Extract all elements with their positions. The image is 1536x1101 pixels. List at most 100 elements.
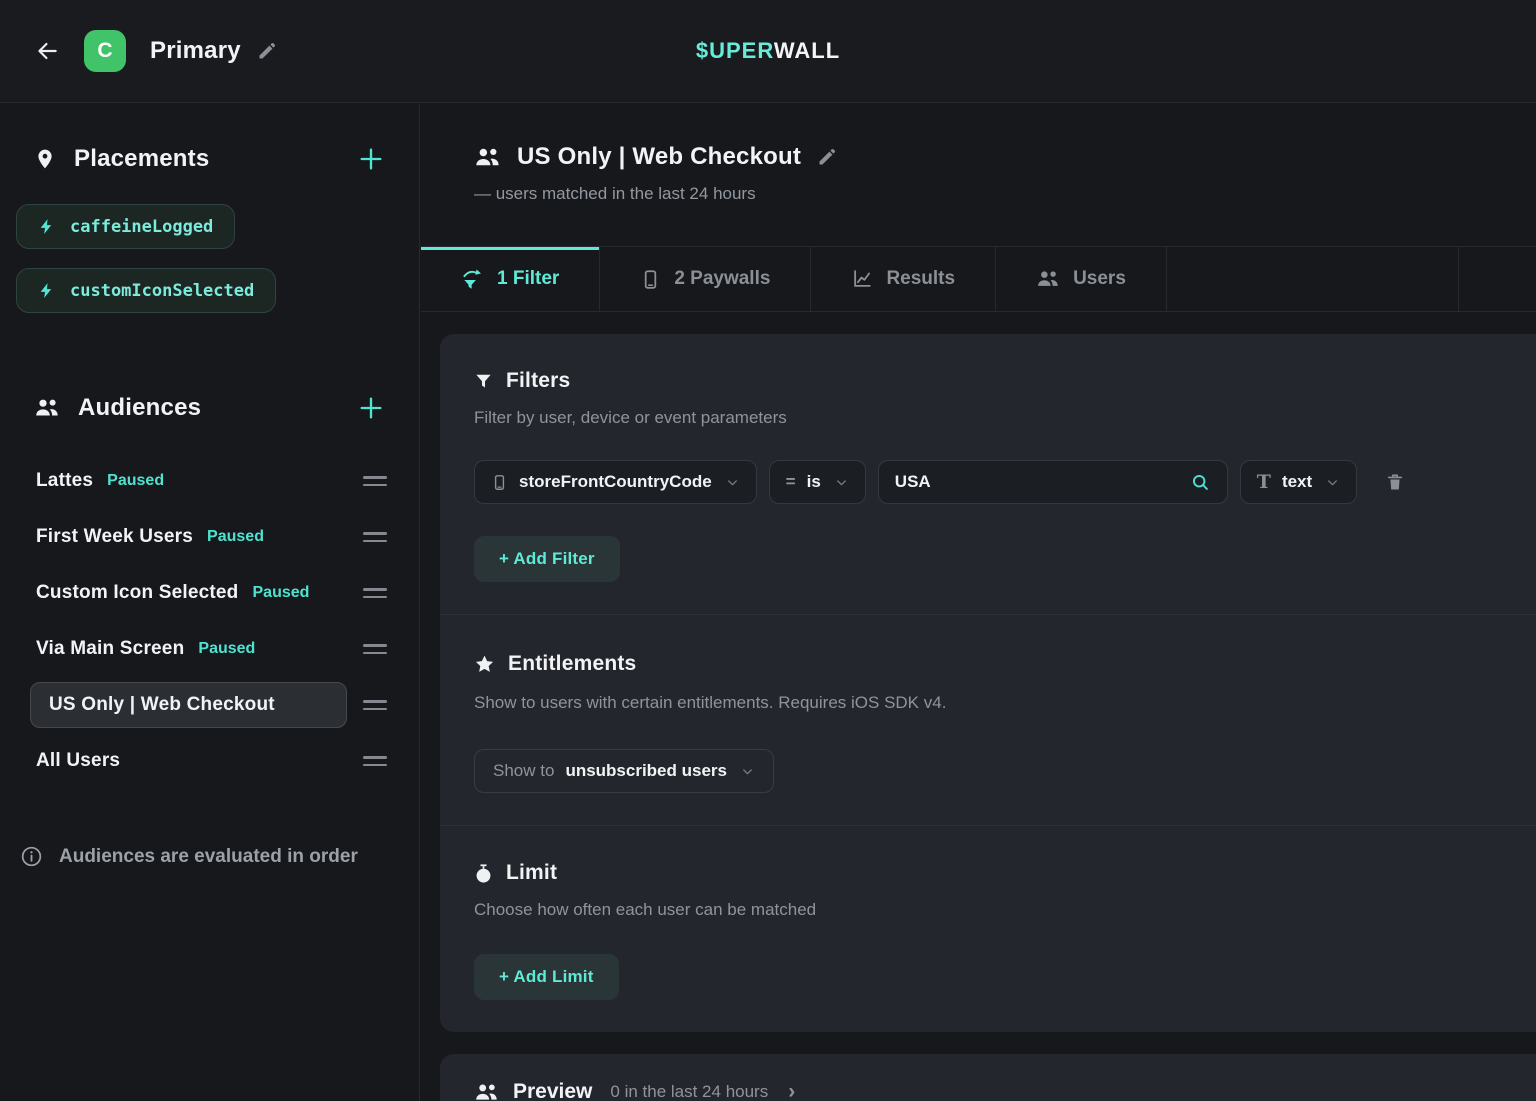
line-chart-icon	[851, 268, 873, 290]
lightning-icon	[38, 282, 55, 299]
operator-value: is	[807, 472, 821, 492]
placement-chip[interactable]: customIconSelected	[16, 268, 276, 313]
type-value: text	[1282, 472, 1312, 492]
star-icon	[474, 654, 495, 675]
audience-settings-card: Filters Filter by user, device or event …	[440, 334, 1536, 1032]
app-avatar[interactable]: C	[84, 30, 126, 72]
paused-badge: Paused	[198, 640, 255, 658]
add-limit-button[interactable]: + Add Limit	[474, 954, 619, 1000]
audience-name: All Users	[36, 750, 120, 772]
tab-results[interactable]: Results	[811, 247, 996, 311]
preview-card[interactable]: Preview 0 in the last 24 hours ›	[440, 1054, 1536, 1101]
drag-handle[interactable]	[361, 640, 389, 658]
audience-row[interactable]: Via Main Screen Paused	[16, 621, 403, 677]
chevron-down-icon	[725, 475, 740, 490]
arrow-left-icon	[34, 38, 60, 64]
chevron-down-icon	[1325, 475, 1340, 490]
placements-header: Placements	[16, 142, 403, 176]
project-title: Primary	[150, 37, 241, 65]
show-to-dropdown[interactable]: Show to unsubscribed users	[474, 749, 774, 793]
placements-title: Placements	[74, 145, 209, 173]
paused-badge: Paused	[207, 528, 264, 546]
logo-primary: $UPER	[696, 38, 774, 63]
drag-handle[interactable]	[361, 696, 389, 714]
preview-title: Preview	[513, 1080, 592, 1101]
two-users-icon	[1036, 269, 1060, 289]
two-users-icon	[34, 397, 60, 419]
tab-filter[interactable]: 1 Filter	[421, 247, 600, 311]
entitlements-title: Entitlements	[508, 652, 636, 676]
top-bar: C Primary $UPERWALL	[0, 0, 1536, 103]
search-icon	[1190, 472, 1211, 493]
placement-chip[interactable]: caffeineLogged	[16, 204, 235, 249]
filters-title: Filters	[506, 369, 570, 393]
placement-label: customIconSelected	[70, 281, 254, 301]
chevron-right-icon: ›	[788, 1080, 795, 1101]
logo-secondary: WALL	[774, 38, 840, 63]
chevron-down-icon	[740, 764, 755, 779]
smartphone-icon	[640, 269, 661, 290]
delete-filter-button[interactable]	[1385, 472, 1405, 492]
placements-list: caffeineLogged customIconSelected	[16, 204, 403, 313]
limit-title: Limit	[506, 861, 557, 885]
tab-label: 1 Filter	[497, 268, 559, 290]
audiences-header: Audiences	[16, 391, 403, 425]
entitlements-section: Entitlements Show to users with certain …	[440, 615, 1536, 825]
audience-row-inner: Custom Icon Selected Paused	[30, 582, 347, 604]
edit-project-icon[interactable]	[257, 41, 277, 61]
funnel-arrow-icon	[461, 268, 484, 291]
type-symbol: T	[1257, 471, 1271, 493]
drag-handle[interactable]	[361, 472, 389, 490]
parameter-dropdown[interactable]: storeFrontCountryCode	[474, 460, 757, 504]
audience-detail-header: US Only | Web Checkout	[474, 142, 1536, 172]
drag-handle[interactable]	[361, 584, 389, 602]
page-title: US Only | Web Checkout	[517, 143, 801, 171]
two-users-icon	[474, 146, 501, 169]
filters-section: Filters Filter by user, device or event …	[440, 334, 1536, 614]
audience-row[interactable]: Lattes Paused	[16, 453, 403, 509]
audience-row-selected[interactable]: US Only | Web Checkout	[16, 677, 403, 733]
placement-label: caffeineLogged	[70, 217, 213, 237]
audience-row[interactable]: Custom Icon Selected Paused	[16, 565, 403, 621]
stopwatch-icon	[474, 863, 493, 884]
parameter-value: storeFrontCountryCode	[519, 472, 712, 492]
tab-bar: 1 Filter 2 Paywalls Results Users	[421, 246, 1536, 312]
tab-label: 2 Paywalls	[674, 268, 770, 290]
audience-row-inner: Via Main Screen Paused	[30, 638, 347, 660]
page-subtitle: — users matched in the last 24 hours	[474, 184, 1536, 204]
funnel-icon	[474, 372, 493, 391]
audience-name: First Week Users	[36, 526, 193, 548]
audience-row[interactable]: All Users	[16, 733, 403, 789]
audience-name: Lattes	[36, 470, 93, 492]
tab-paywalls[interactable]: 2 Paywalls	[600, 247, 811, 311]
operator-dropdown[interactable]: = is	[769, 460, 866, 504]
add-audience-button[interactable]	[357, 394, 385, 422]
paused-badge: Paused	[253, 584, 310, 602]
tab-users[interactable]: Users	[996, 247, 1167, 311]
type-dropdown[interactable]: T text	[1240, 460, 1357, 504]
add-placement-button[interactable]	[357, 145, 385, 173]
filter-value-input[interactable]	[895, 472, 1155, 492]
drag-handle[interactable]	[361, 752, 389, 770]
audience-name: Via Main Screen	[36, 638, 184, 660]
back-button[interactable]	[32, 36, 62, 66]
paused-badge: Paused	[107, 472, 164, 490]
edit-audience-icon[interactable]	[817, 147, 837, 167]
add-filter-button[interactable]: + Add Filter	[474, 536, 620, 582]
drag-handle[interactable]	[361, 528, 389, 546]
audience-row[interactable]: First Week Users Paused	[16, 509, 403, 565]
entitlements-description: Show to users with certain entitlements.…	[474, 693, 1518, 713]
filter-row: storeFrontCountryCode = is	[474, 460, 1518, 504]
tab-label: Users	[1073, 268, 1126, 290]
chevron-down-icon	[834, 475, 849, 490]
audience-name: US Only | Web Checkout	[49, 694, 275, 716]
show-to-label: Show to	[493, 761, 554, 781]
lightning-icon	[38, 218, 55, 235]
audiences-title: Audiences	[78, 394, 201, 422]
tab-label: Results	[886, 268, 955, 290]
audience-name: Custom Icon Selected	[36, 582, 239, 604]
filter-value-field[interactable]	[878, 460, 1228, 504]
audience-row-inner: All Users	[30, 750, 347, 772]
map-pin-icon	[34, 148, 56, 170]
audience-row-inner: US Only | Web Checkout	[30, 682, 347, 728]
